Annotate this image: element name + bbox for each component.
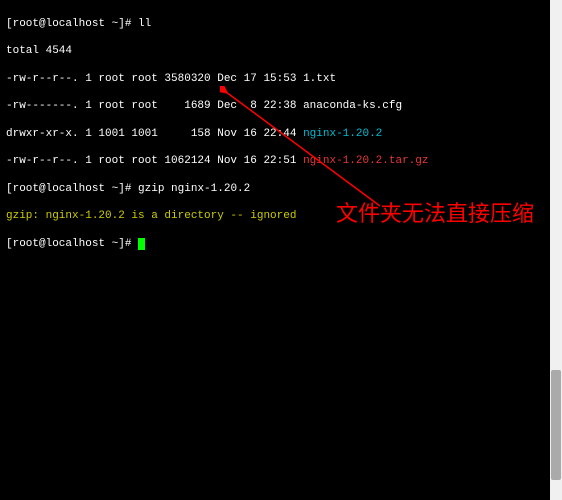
command-text: gzip nginx-1.20.2 [138,183,250,195]
scrollbar-track[interactable] [550,0,562,500]
file-row: -rw-r--r--. 1 root root 3580320 Dec 17 1… [6,73,556,87]
archive-name: nginx-1.20.2.tar.gz [303,155,428,167]
cursor [138,238,145,250]
scrollbar-thumb[interactable] [551,370,561,480]
file-name: 1.txt [303,73,336,85]
file-name: anaconda-ks.cfg [303,100,402,112]
prompt: [root@localhost ~]# [6,18,138,30]
file-row: -rw-r--r--. 1 root root 1062124 Nov 16 2… [6,155,556,169]
dir-name: nginx-1.20.2 [303,128,382,140]
terminal-output[interactable]: [root@localhost ~]# ll total 4544 -rw-r-… [0,0,562,269]
prompt: [root@localhost ~]# [6,238,138,250]
prompt-line-2: [root@localhost ~]# gzip nginx-1.20.2 [6,183,556,197]
prompt-line-1: [root@localhost ~]# ll [6,18,556,32]
file-row: -rw-------. 1 root root 1689 Dec 8 22:38… [6,100,556,114]
prompt-line-3: [root@localhost ~]# [6,238,556,252]
prompt: [root@localhost ~]# [6,183,138,195]
total-line: total 4544 [6,45,556,59]
command-text: ll [138,18,151,30]
file-row: drwxr-xr-x. 1 1001 1001 158 Nov 16 22:44… [6,128,556,142]
annotation-text: 文件夹无法直接压缩 [336,200,534,228]
